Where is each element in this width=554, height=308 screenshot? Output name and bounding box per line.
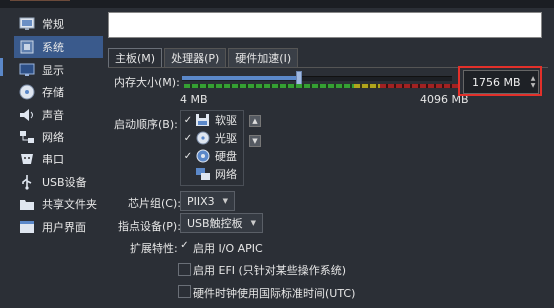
network-icon bbox=[18, 129, 36, 145]
folder-icon bbox=[18, 196, 36, 212]
sidebar-item-label: 显示 bbox=[42, 64, 64, 77]
disc-icon bbox=[18, 84, 36, 100]
boot-order-label: 启动顺序(B): bbox=[114, 118, 178, 131]
hard-disk-icon bbox=[195, 149, 211, 163]
boot-item-hard-disk[interactable]: ✓ 硬盘 bbox=[181, 147, 243, 165]
sidebar-item-storage[interactable]: 存储 bbox=[14, 81, 102, 103]
memory-range-recommended bbox=[184, 84, 354, 88]
memory-range-excessive bbox=[380, 84, 458, 88]
memory-slider-fill bbox=[182, 76, 298, 80]
chipset-select[interactable]: PIIX3 ▼ bbox=[180, 191, 236, 211]
sidebar-item-label: 串口 bbox=[42, 153, 64, 166]
chip-icon bbox=[18, 39, 36, 55]
move-down-button[interactable]: ▼ bbox=[249, 135, 261, 147]
sidebar-item-label: 常规 bbox=[42, 18, 64, 31]
sidebar-item-label: USB设备 bbox=[42, 176, 87, 189]
chevron-down-icon: ▼ bbox=[250, 219, 256, 227]
window-top-strip bbox=[0, 0, 554, 8]
sidebar-item-label: 系统 bbox=[42, 41, 64, 54]
sidebar-item-label: 存储 bbox=[42, 86, 64, 99]
pointing-device-value: USB触控板 bbox=[187, 217, 243, 230]
check-icon[interactable]: ✓ bbox=[181, 151, 195, 162]
window-icon bbox=[18, 219, 36, 235]
tab-bar: 主板(M) 处理器(P) 硬件加速(I) bbox=[108, 48, 300, 68]
pointing-device-label: 指点设备(P): bbox=[118, 220, 181, 233]
check-icon[interactable]: ✓ bbox=[181, 115, 195, 126]
sidebar-item-label: 声音 bbox=[42, 109, 64, 122]
efi-checkbox[interactable] bbox=[178, 263, 191, 276]
boot-item-label: 网络 bbox=[215, 168, 237, 181]
sidebar-item-display[interactable]: 显示 bbox=[14, 59, 102, 81]
check-icon[interactable]: ✓ bbox=[181, 133, 195, 144]
tab-acceleration[interactable]: 硬件加速(I) bbox=[228, 48, 299, 67]
boot-item-label: 光驱 bbox=[215, 132, 237, 145]
monitor-icon bbox=[18, 16, 36, 32]
boot-order-list[interactable]: ✓ 软驱 ✓ 光驱 ✓ 硬盘 网络 bbox=[180, 110, 244, 186]
utc-checkbox[interactable] bbox=[178, 285, 191, 298]
speaker-icon bbox=[18, 107, 36, 123]
boot-item-network[interactable]: 网络 bbox=[181, 165, 243, 183]
sidebar-item-label: 共享文件夹 bbox=[42, 198, 97, 211]
optical-disc-icon bbox=[195, 131, 211, 145]
memory-slider-handle[interactable] bbox=[295, 71, 302, 85]
extended-features-label: 扩展特性: bbox=[130, 242, 178, 255]
tab-motherboard[interactable]: 主板(M) bbox=[108, 48, 163, 67]
memory-min-label: 4 MB bbox=[180, 93, 208, 106]
sidebar-item-audio[interactable]: 声音 bbox=[14, 104, 102, 126]
boot-item-label: 软驱 bbox=[215, 114, 237, 127]
sidebar-item-shared-folders[interactable]: 共享文件夹 bbox=[14, 193, 102, 215]
sidebar-item-network[interactable]: 网络 bbox=[14, 126, 102, 148]
sidebar-item-system[interactable]: 系统 bbox=[14, 36, 103, 58]
memory-label: 内存大小(M): bbox=[114, 76, 180, 89]
sidebar-item-user-interface[interactable]: 用户界面 bbox=[14, 216, 102, 238]
page-header-field bbox=[108, 12, 542, 38]
boot-item-optical[interactable]: ✓ 光驱 bbox=[181, 129, 243, 147]
efi-label: 启用 EFI (只针对某些操作系统) bbox=[193, 264, 347, 277]
serial-port-icon bbox=[18, 151, 36, 167]
move-up-button[interactable]: ▲ bbox=[249, 115, 261, 127]
floppy-icon bbox=[195, 113, 211, 127]
network-boot-icon bbox=[195, 167, 211, 181]
chevron-down-icon: ▼ bbox=[222, 197, 229, 205]
io-apic-checkbox[interactable]: ✓ bbox=[179, 240, 190, 251]
window-edge-accent bbox=[0, 58, 3, 76]
sidebar-item-label: 网络 bbox=[42, 131, 64, 144]
memory-range-warning bbox=[354, 84, 380, 88]
sidebar-item-usb[interactable]: USB设备 bbox=[14, 171, 102, 193]
sidebar-item-serial[interactable]: 串口 bbox=[14, 148, 102, 170]
sidebar-item-general[interactable]: 常规 bbox=[14, 13, 102, 35]
chipset-label: 芯片组(C): bbox=[128, 197, 181, 210]
utc-label: 硬件时钟使用国际标准时间(UTC) bbox=[193, 287, 356, 300]
boot-item-label: 硬盘 bbox=[215, 150, 237, 163]
usb-icon bbox=[18, 174, 36, 190]
tab-processor[interactable]: 处理器(P) bbox=[164, 48, 227, 67]
memory-highlight-box bbox=[458, 66, 542, 96]
pointing-device-select[interactable]: USB触控板 ▼ bbox=[180, 213, 263, 233]
io-apic-label: 启用 I/O APIC bbox=[193, 242, 263, 255]
chipset-value: PIIX3 bbox=[187, 194, 215, 208]
boot-item-floppy[interactable]: ✓ 软驱 bbox=[181, 111, 243, 129]
display-icon bbox=[18, 62, 36, 78]
sidebar-item-label: 用户界面 bbox=[42, 221, 86, 234]
